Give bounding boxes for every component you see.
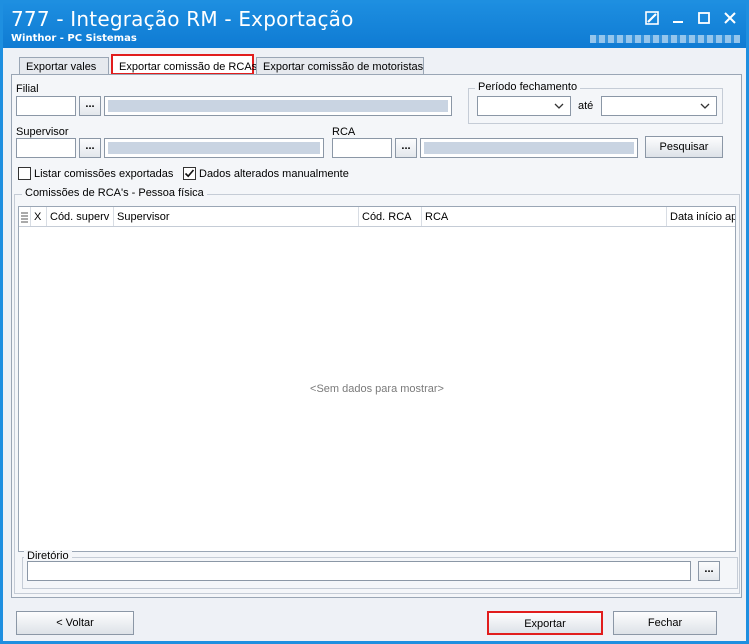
tab-exportar-comissao-motoristas[interactable]: Exportar comissão de motoristas <box>256 57 424 75</box>
grid-header: X Cód. superv Supervisor Cód. RCA RCA Da… <box>19 207 735 227</box>
filial-description <box>104 96 452 116</box>
close-icon[interactable] <box>722 10 738 26</box>
column-header-supervisor[interactable]: Supervisor <box>114 207 359 226</box>
supervisor-description <box>104 138 324 158</box>
ate-label: até <box>578 100 594 112</box>
dados-alterados-checkbox[interactable]: Dados alterados manualmente <box>183 167 349 180</box>
supervisor-lookup-button[interactable]: ... <box>79 138 101 158</box>
periodo-start-select[interactable] <box>477 96 571 116</box>
exportar-button[interactable]: Exportar <box>487 611 603 635</box>
rca-label: RCA <box>332 126 356 138</box>
listar-exportadas-checkbox[interactable]: Listar comissões exportadas <box>18 167 173 180</box>
chevron-down-icon <box>700 99 710 116</box>
supervisor-input[interactable] <box>16 138 76 158</box>
column-header-x[interactable]: X <box>31 207 47 226</box>
periodo-end-select[interactable] <box>601 96 717 116</box>
column-header-rca[interactable]: RCA <box>422 207 667 226</box>
rca-input[interactable] <box>332 138 392 158</box>
tab-label: Exportar vales <box>26 61 97 73</box>
fechar-button[interactable]: Fechar <box>613 611 717 635</box>
empty-grid-message: <Sem dados para mostrar> <box>310 383 444 395</box>
column-chooser-icon[interactable] <box>19 207 31 226</box>
tab-exportar-vales[interactable]: Exportar vales <box>19 57 109 75</box>
checkbox-box <box>18 167 31 180</box>
title-bar[interactable]: 777 - Integração RM - Exportação Winthor… <box>3 3 746 48</box>
rca-description <box>420 138 638 158</box>
minimize-icon[interactable] <box>670 10 686 26</box>
main-window: 777 - Integração RM - Exportação Winthor… <box>0 0 749 644</box>
title-decoration <box>590 35 740 43</box>
edit-icon[interactable] <box>644 10 660 26</box>
voltar-button[interactable]: < Voltar <box>16 611 134 635</box>
maximize-icon[interactable] <box>696 10 712 26</box>
periodo-label: Período fechamento <box>475 81 581 93</box>
chevron-down-icon <box>554 99 564 116</box>
comissoes-grid[interactable]: X Cód. superv Supervisor Cód. RCA RCA Da… <box>18 206 736 552</box>
tab-label: Exportar comissão de motoristas <box>263 61 424 73</box>
checkbox-label: Listar comissões exportadas <box>34 167 174 180</box>
comissoes-group-title: Comissões de RCA's - Pessoa física <box>22 187 207 199</box>
diretorio-input[interactable] <box>27 561 691 581</box>
tab-strip: Exportar vales Exportar comissão de RCAs… <box>13 53 741 75</box>
window-title: 777 - Integração RM - Exportação <box>11 7 354 31</box>
tab-label: Exportar comissão de RCAs <box>119 61 258 73</box>
filial-input[interactable] <box>16 96 76 116</box>
rca-lookup-button[interactable]: ... <box>395 138 417 158</box>
checkbox-box <box>183 167 196 180</box>
checkbox-label: Dados alterados manualmente <box>199 167 349 180</box>
checkmark-icon <box>184 169 195 178</box>
tab-exportar-comissao-rcas[interactable]: Exportar comissão de RCAs <box>111 54 258 75</box>
column-header-cod-rca[interactable]: Cód. RCA <box>359 207 422 226</box>
supervisor-label: Supervisor <box>16 126 69 138</box>
diretorio-browse-button[interactable]: ... <box>698 561 720 581</box>
window-subtitle: Winthor - PC Sistemas <box>11 33 137 44</box>
window-controls <box>644 10 738 26</box>
pesquisar-button[interactable]: Pesquisar <box>645 136 723 158</box>
filial-label: Filial <box>16 83 39 95</box>
column-header-data-inicio[interactable]: Data início apu <box>667 207 735 226</box>
tab-panel: Filial ... Período fechamento até Superv… <box>11 74 742 598</box>
filial-lookup-button[interactable]: ... <box>79 96 101 116</box>
column-header-cod-superv[interactable]: Cód. superv <box>47 207 114 226</box>
